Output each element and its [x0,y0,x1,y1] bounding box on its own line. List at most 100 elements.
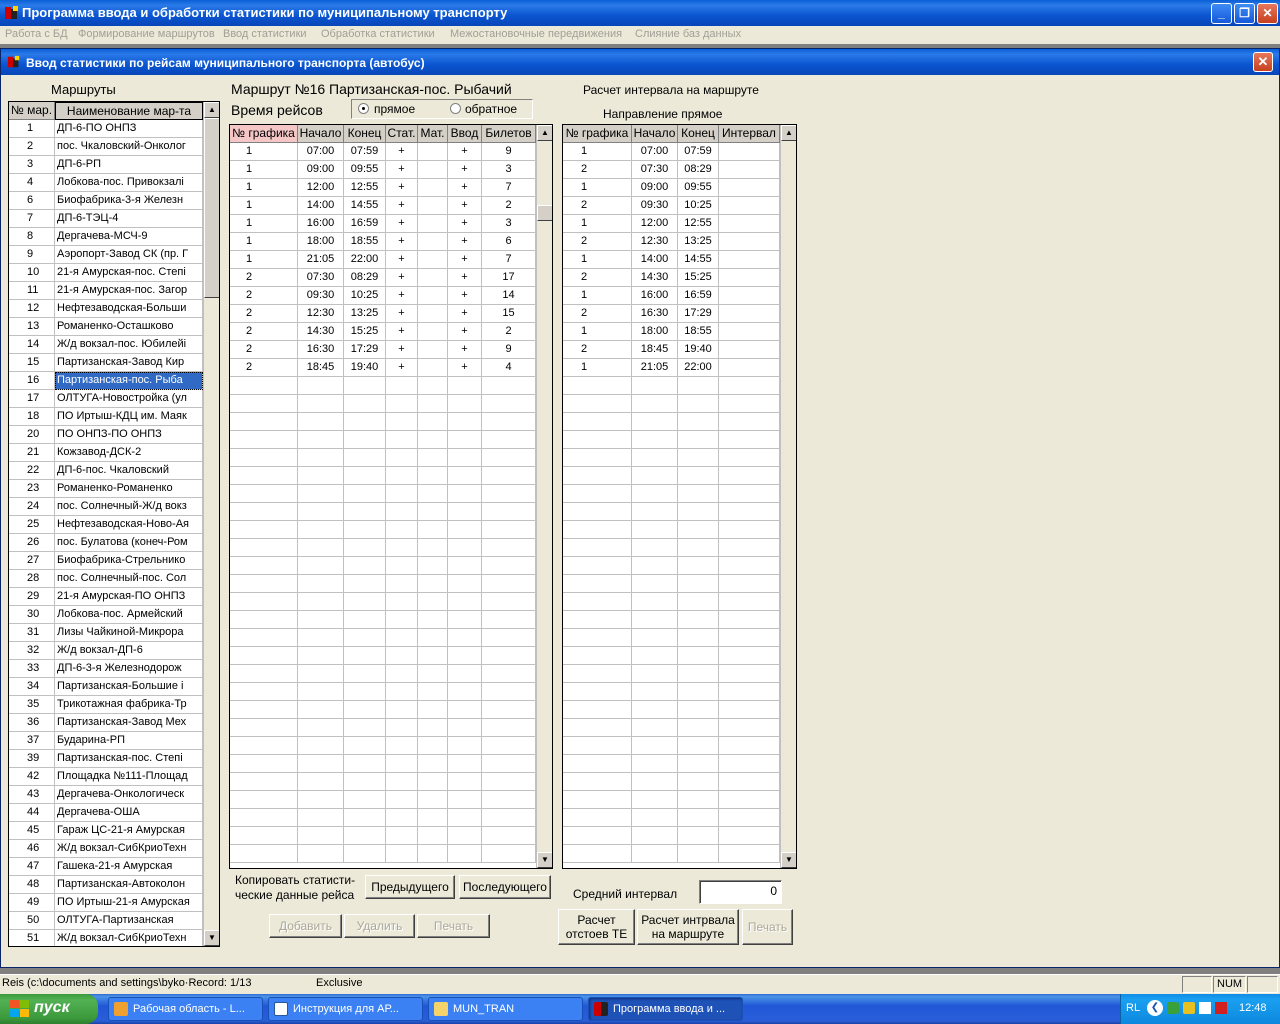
table-row[interactable]: 1 ДП-6-ПО ОНПЗ [9,120,203,138]
table-row[interactable]: 1 16:00 16:59 + +3 [230,215,536,233]
table-row[interactable]: 1 07:00 07:59 + +9 [230,143,536,161]
table-row[interactable]: 9 Аэропорт-Завод СК (пр. Г [9,246,203,264]
interval-col-header[interactable]: Конец [678,125,719,143]
task-folder[interactable]: MUN_TRAN [428,997,583,1021]
table-row[interactable]: 21 Кожзавод-ДСК-2 [9,444,203,462]
routes-col-num[interactable]: № мар. [9,102,55,120]
table-row[interactable] [230,827,536,845]
direction-forward-label[interactable]: прямое [374,102,415,116]
print-interval-button[interactable]: Печать [742,909,793,945]
routes-scrollbar[interactable]: ▲ ▼ [203,102,219,946]
table-row[interactable] [563,737,780,755]
trips-col-header[interactable]: Билетов [482,125,536,143]
direction-back-label[interactable]: обратное [465,102,517,116]
tray-expand-icon[interactable]: ❮ [1147,1000,1163,1016]
table-row[interactable]: 2 18:45 19:40 [563,341,780,359]
table-row[interactable] [563,395,780,413]
table-row[interactable]: 2 пос. Чкаловский-Онколог [9,138,203,156]
routes-col-name[interactable]: Наименование мар-та [55,102,203,120]
table-row[interactable]: 12 Нефтезаводская-Больши [9,300,203,318]
task-workspace[interactable]: Рабочая область - L... [108,997,263,1021]
scroll-up-icon[interactable]: ▲ [781,125,796,141]
trips-col-header[interactable]: Мат. [418,125,448,143]
table-row[interactable]: 48 Партизанская-Автоколон [9,876,203,894]
add-button[interactable]: Добавить [269,914,342,938]
interval-col-header[interactable]: Интервал [719,125,780,143]
table-row[interactable] [563,719,780,737]
table-row[interactable]: 1 09:00 09:55 + +3 [230,161,536,179]
trips-col-header[interactable]: № графика [230,125,298,143]
scroll-down-icon[interactable]: ▼ [781,852,796,868]
table-row[interactable] [230,413,536,431]
minimize-button[interactable]: _ [1211,3,1232,24]
table-row[interactable]: 2 14:30 15:25 [563,269,780,287]
scroll-down-icon[interactable]: ▼ [204,930,219,946]
calc-interval-button[interactable]: Расчет интрвала на маршруте [637,909,739,945]
table-row[interactable] [230,773,536,791]
trips-col-header[interactable]: Ввод [448,125,482,143]
tray-app-icon[interactable] [1199,1002,1211,1014]
close-window-button[interactable]: ✕ [1253,52,1273,72]
table-row[interactable]: 2 12:30 13:25 + +15 [230,305,536,323]
menu-routes[interactable]: Формирование маршрутов [78,28,215,40]
interval-col-header[interactable]: Начало [632,125,678,143]
table-row[interactable]: 2 18:45 19:40 + +4 [230,359,536,377]
table-row[interactable] [563,827,780,845]
avg-interval-field[interactable]: 0 [699,880,782,904]
task-program[interactable]: Программа ввода и ... [588,997,743,1021]
table-row[interactable]: 1 18:00 18:55 + +6 [230,233,536,251]
table-row[interactable]: 28 пос. Солнечный-пос. Сол [9,570,203,588]
task-document[interactable]: Инструкция для АР... [268,997,423,1021]
table-row[interactable] [563,485,780,503]
direction-back-radio[interactable] [450,103,461,114]
scroll-thumb[interactable] [537,205,552,221]
tray-network-icon[interactable] [1167,1002,1179,1014]
start-button[interactable]: пуск [0,994,98,1024]
trips-col-header[interactable]: Стат. [386,125,418,143]
table-row[interactable]: 8 Дергачева-МСЧ-9 [9,228,203,246]
table-row[interactable] [230,377,536,395]
table-row[interactable] [230,593,536,611]
table-row[interactable]: 23 Романенко-Романенко [9,480,203,498]
table-row[interactable] [230,665,536,683]
trips-grid[interactable]: № графика Начало Конец Стат. Мат. Ввод Билетов… [229,124,553,869]
table-row[interactable] [563,431,780,449]
table-row[interactable] [563,809,780,827]
table-row[interactable] [563,467,780,485]
table-row[interactable]: 31 Лизы Чайкиной-Микрора [9,624,203,642]
table-row[interactable]: 20 ПО ОНПЗ-ПО ОНПЗ [9,426,203,444]
table-row[interactable]: 2 09:30 10:25 [563,197,780,215]
trips-col-header[interactable]: Конец [344,125,386,143]
table-row[interactable]: 44 Дергачева-ОША [9,804,203,822]
table-row[interactable] [230,809,536,827]
table-row[interactable]: 27 Биофабрика-Стрельнико [9,552,203,570]
table-row[interactable]: 35 Трикотажная фабрика-Тр [9,696,203,714]
calc-stops-button[interactable]: Расчет отстоев ТЕ [558,909,635,945]
table-row[interactable]: 1 14:00 14:55 + +2 [230,197,536,215]
table-row[interactable]: 2 07:30 08:29 + +17 [230,269,536,287]
table-row[interactable] [563,773,780,791]
close-app-button[interactable]: ✕ [1257,3,1278,24]
table-row[interactable]: 1 12:00 12:55 [563,215,780,233]
table-row[interactable] [563,845,780,863]
table-row[interactable]: 33 ДП-6-3-я Железнодорож [9,660,203,678]
table-row[interactable]: 42 Площадка №111-Площад [9,768,203,786]
interval-scrollbar[interactable]: ▲ ▼ [780,125,796,868]
table-row[interactable]: 30 Лобкова-пос. Армейский [9,606,203,624]
table-row[interactable] [230,503,536,521]
copy-previous-button[interactable]: Предыдущего [365,875,455,899]
table-row[interactable]: 1 12:00 12:55 + +7 [230,179,536,197]
table-row[interactable]: 11 21-я Амурская-пос. Загор [9,282,203,300]
table-row[interactable]: 1 07:00 07:59 [563,143,780,161]
table-row[interactable] [230,521,536,539]
tray-antivirus-icon[interactable] [1215,1002,1227,1014]
table-row[interactable] [563,575,780,593]
table-row[interactable]: 46 Ж/д вокзал-СибКриоТехн [9,840,203,858]
table-row[interactable] [563,683,780,701]
table-row[interactable] [563,647,780,665]
table-row[interactable]: 39 Партизанская-пос. Степі [9,750,203,768]
print-trips-button[interactable]: Печать [417,914,490,938]
direction-forward-radio[interactable] [358,103,369,114]
table-row[interactable]: 1 21:05 22:00 + +7 [230,251,536,269]
table-row[interactable]: 15 Партизанская-Завод Кир [9,354,203,372]
